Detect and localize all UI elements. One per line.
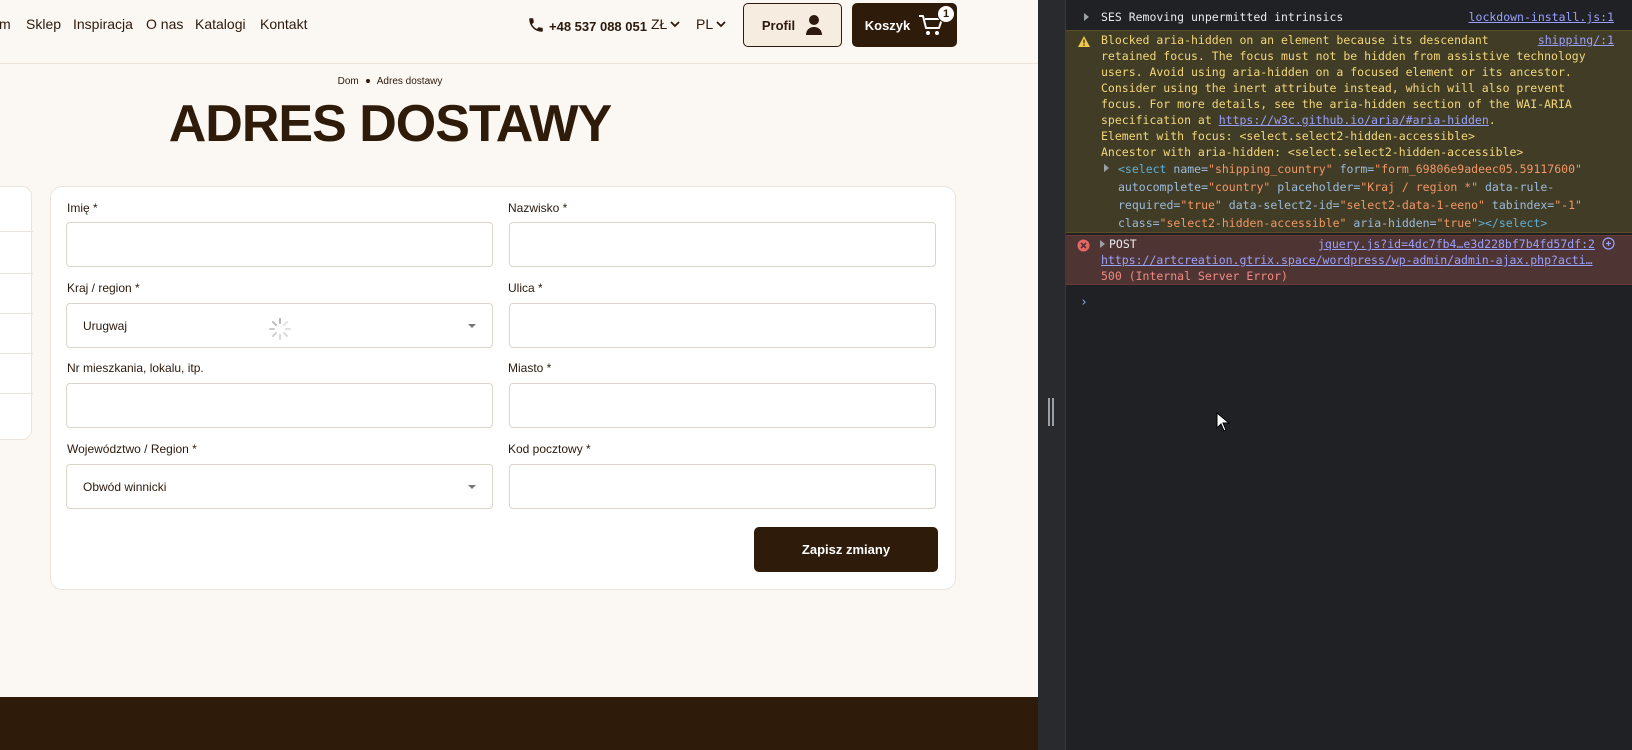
network-icon[interactable] [1602, 237, 1615, 250]
site-footer [0, 697, 1038, 750]
currency-value: ZŁ [651, 16, 668, 32]
nav-link-sklep[interactable]: Sklep [26, 16, 61, 32]
first-name-label: Imię * [67, 201, 98, 215]
region-value: Obwód winnicki [83, 479, 167, 494]
caret-down-icon [468, 485, 476, 489]
profile-label: Profil [761, 17, 796, 33]
chevron-down-icon [716, 21, 726, 28]
warning-spec-line: specification at https://w3c.github.io/a… [1101, 113, 1496, 127]
user-icon [806, 15, 823, 35]
console-message-info[interactable]: SES Removing unpermitted intrinsics lock… [1066, 8, 1632, 30]
chevron-down-icon [670, 21, 680, 28]
apartment-label: Nr mieszkania, lokalu, itp. [67, 361, 204, 375]
aria-spec-link[interactable]: https://w3c.github.io/aria/#aria-hidden [1219, 113, 1489, 127]
element-snippet-line: required="true" data-select2-id="select2… [1118, 198, 1582, 212]
info-source-link[interactable]: lockdown-install.js:1 [1469, 9, 1614, 25]
profile-button[interactable]: Profil [743, 3, 842, 47]
postcode-label: Kod pocztowy * [508, 442, 591, 456]
cart-count-badge: 1 [937, 5, 955, 23]
error-status: 500 (Internal Server Error) [1101, 269, 1288, 283]
loading-spinner-icon [269, 318, 291, 340]
country-label: Kraj / region * [67, 281, 140, 295]
last-name-input[interactable] [509, 222, 936, 267]
apartment-input[interactable] [66, 383, 493, 428]
element-snippet-line[interactable]: <select name="shipping_country" form="fo… [1118, 161, 1618, 177]
postcode-input[interactable] [509, 464, 936, 509]
last-name-label: Nazwisko * [508, 201, 568, 215]
breadcrumb: Dom Adres dostawy [0, 76, 780, 87]
devtools-console: SES Removing unpermitted intrinsics lock… [1038, 0, 1632, 750]
first-name-input[interactable] [66, 222, 493, 267]
nav-link-kontakt[interactable]: Kontakt [260, 16, 307, 32]
console-message-warning: shipping/:1 Blocked aria-hidden on an el… [1066, 30, 1632, 233]
mouse-cursor-icon [1216, 412, 1230, 432]
element-snippet-line: class="select2-hidden-accessible" aria-h… [1118, 216, 1548, 230]
nav-link-o-nas[interactable]: O nas [146, 16, 183, 32]
account-sidebar [0, 186, 33, 440]
caret-down-icon [468, 324, 476, 328]
panel-resize-handle[interactable] [1048, 398, 1055, 426]
expand-triangle-icon[interactable] [1100, 240, 1105, 248]
devtools-gutter [1038, 0, 1066, 750]
error-source-link[interactable]: jquery.js?id=4dc7fb4…e3d228bf7b4fd57df:2 [1318, 236, 1595, 252]
phone-link[interactable]: +48 537 088 051 [527, 16, 647, 37]
region-label: Województwo / Region * [67, 442, 197, 456]
error-request-url[interactable]: https://artcreation.gtrix.space/wordpres… [1101, 252, 1593, 268]
warning-line: Consider using the inert attribute inste… [1101, 81, 1565, 95]
element-snippet-line: autocomplete="country" placeholder="Kraj… [1118, 180, 1555, 194]
warning-line: focus. For more details, see the aria-hi… [1101, 97, 1572, 111]
warning-line: retained focus. The focus must not be hi… [1101, 49, 1586, 63]
phone-icon [527, 16, 545, 37]
breadcrumb-separator [365, 79, 370, 84]
console-prompt[interactable]: › [1080, 295, 1088, 310]
region-select[interactable]: Obwód winnicki [66, 464, 493, 509]
warning-icon [1078, 36, 1090, 47]
language-dropdown[interactable]: PL [696, 16, 726, 32]
error-icon [1077, 239, 1090, 252]
breadcrumb-current: Adres dostawy [376, 76, 443, 87]
phone-number: +48 537 088 051 [549, 19, 647, 34]
save-changes-button[interactable]: Zapisz zmiany [754, 527, 938, 572]
warning-ancestor-line: Ancestor with aria-hidden: <select.selec… [1101, 145, 1524, 159]
city-label: Miasto * [508, 361, 552, 375]
warning-line: users. Avoid using aria-hidden on a focu… [1101, 65, 1572, 79]
page-title: ADRES DOSTAWY [168, 95, 613, 153]
country-value: Urugwaj [83, 318, 128, 333]
expand-element-triangle-icon[interactable] [1104, 164, 1109, 172]
nav-link-partial[interactable]: m [0, 16, 11, 32]
warning-focus-line: Element with focus: <select.select2-hidd… [1101, 129, 1475, 143]
language-value: PL [696, 16, 714, 32]
website-viewport: m Sklep Inspiracja O nas Katalogi Kontak… [0, 0, 1038, 750]
console-message-error: POST jquery.js?id=4dc7fb4…e3d228bf7b4fd5… [1066, 235, 1632, 285]
street-label: Ulica * [508, 281, 543, 295]
expand-triangle-icon[interactable] [1084, 13, 1089, 21]
warning-line: Blocked aria-hidden on an element becaus… [1101, 33, 1489, 47]
top-navigation: m Sklep Inspiracja O nas Katalogi Kontak… [0, 0, 1038, 64]
breadcrumb-home[interactable]: Dom [338, 76, 359, 87]
street-input[interactable] [509, 303, 936, 348]
nav-link-inspiracja[interactable]: Inspiracja [73, 16, 133, 32]
cart-label: Koszyk [864, 17, 911, 33]
currency-dropdown[interactable]: ZŁ [651, 16, 680, 32]
nav-link-katalogi[interactable]: Katalogi [195, 16, 246, 32]
city-input[interactable] [509, 383, 936, 428]
